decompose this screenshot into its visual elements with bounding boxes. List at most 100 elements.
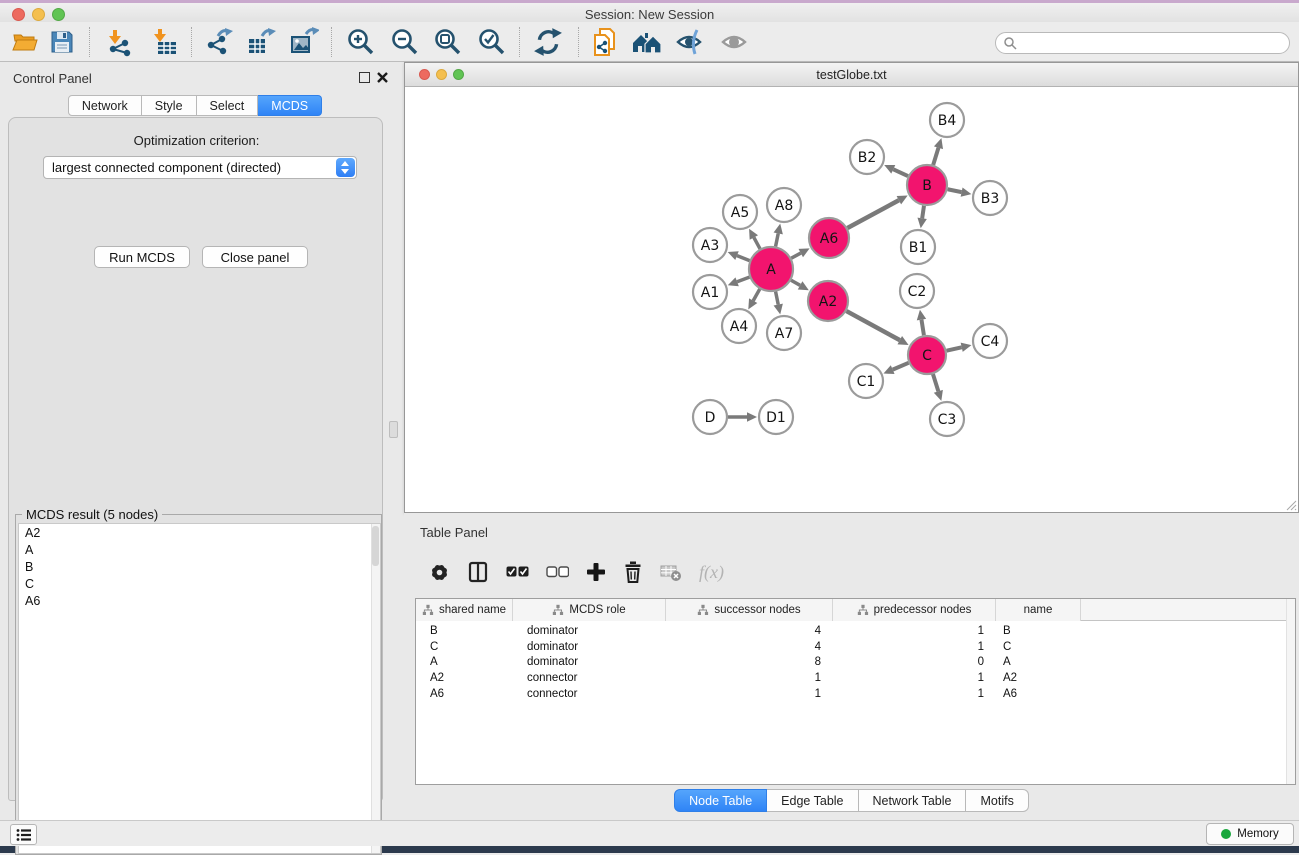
table-cell[interactable]: A6 (430, 688, 444, 700)
resize-grip[interactable] (1285, 499, 1297, 511)
graph-node-A8[interactable]: A8 (767, 188, 801, 222)
hide-elements-button[interactable] (673, 27, 707, 57)
run-mcds-button[interactable]: Run MCDS (94, 246, 190, 268)
graph-node-B4[interactable]: B4 (930, 103, 964, 137)
show-elements-button[interactable] (718, 27, 752, 57)
graph-node-B3[interactable]: B3 (973, 181, 1007, 215)
network-window-titlebar[interactable]: testGlobe.txt (405, 63, 1298, 87)
zoom-fit-button[interactable] (431, 27, 465, 57)
graph-edge-A-A1[interactable] (728, 277, 750, 286)
tab-network[interactable]: Network (68, 95, 142, 116)
column-header-predecessor-nodes[interactable]: predecessor nodes (833, 599, 996, 621)
graph-edge-D-D1[interactable] (728, 412, 757, 422)
table-cell[interactable]: 1 (833, 672, 984, 684)
task-history-button[interactable] (10, 824, 37, 845)
float-panel-icon[interactable] (359, 72, 370, 83)
column-header-name[interactable]: name (996, 599, 1081, 621)
create-column-button[interactable] (586, 562, 606, 582)
panel-splitter-handle[interactable] (389, 421, 398, 438)
memory-button[interactable]: Memory (1206, 823, 1294, 845)
table-cell[interactable]: 4 (666, 641, 821, 653)
zoom-out-button[interactable] (388, 27, 422, 57)
mcds-result-item[interactable]: A (19, 541, 380, 558)
column-header-shared-name[interactable]: shared name (416, 599, 513, 621)
tab-select[interactable]: Select (197, 95, 259, 116)
tab-network-table[interactable]: Network Table (859, 789, 967, 812)
graph-edge-B-B1[interactable] (917, 206, 926, 228)
table-settings-button[interactable] (429, 562, 450, 583)
graph-node-B[interactable]: B (907, 165, 947, 205)
column-header-successor-nodes[interactable]: successor nodes (666, 599, 833, 621)
graph-node-B2[interactable]: B2 (850, 140, 884, 174)
open-file-button[interactable] (8, 27, 42, 57)
graph-edge-C-C3[interactable] (933, 374, 943, 401)
table-cell[interactable]: dominator (527, 625, 578, 637)
table-cell[interactable]: 8 (666, 656, 821, 668)
graph-edge-A-A2[interactable] (791, 280, 809, 290)
graph-node-C1[interactable]: C1 (849, 364, 883, 398)
copy-network-button[interactable] (589, 27, 623, 57)
graph-edge-A2-C[interactable] (846, 311, 908, 345)
graph-edge-A-A3[interactable] (728, 251, 750, 260)
graph-node-A3[interactable]: A3 (693, 228, 727, 262)
scrollbar-track[interactable] (371, 524, 380, 853)
mcds-result-item[interactable]: A6 (19, 592, 380, 609)
table-cell[interactable]: 4 (666, 625, 821, 637)
show-columns-button[interactable] (467, 561, 489, 583)
save-session-button[interactable] (45, 27, 79, 57)
table-cell[interactable]: A (430, 656, 438, 668)
graph-edge-A-A4[interactable] (748, 289, 759, 309)
graph-node-A6[interactable]: A6 (809, 218, 849, 258)
graph-node-A5[interactable]: A5 (723, 195, 757, 229)
table-cell[interactable]: A6 (1003, 688, 1017, 700)
table-cell[interactable]: 1 (833, 641, 984, 653)
graph-node-B1[interactable]: B1 (901, 230, 935, 264)
function-builder-button[interactable]: f(x) (699, 562, 724, 583)
graph-edge-B-B4[interactable] (933, 138, 943, 165)
graph-edge-C-C2[interactable] (917, 310, 926, 335)
graph-edge-A6-B[interactable] (847, 195, 907, 228)
graph-node-A4[interactable]: A4 (722, 309, 756, 343)
graph-node-D1[interactable]: D1 (759, 400, 793, 434)
table-cell[interactable]: 0 (833, 656, 984, 668)
tab-motifs[interactable]: Motifs (966, 789, 1028, 812)
export-table-button[interactable] (244, 27, 278, 57)
select-all-columns-button[interactable] (506, 566, 529, 578)
search-input[interactable] (1017, 36, 1289, 50)
table-cell[interactable]: 1 (833, 688, 984, 700)
table-cell[interactable]: A2 (430, 672, 444, 684)
graph-edge-A-A7[interactable] (774, 292, 783, 315)
graph-edge-A-A6[interactable] (791, 248, 809, 258)
graph-node-C2[interactable]: C2 (900, 274, 934, 308)
table-cell[interactable]: C (1003, 641, 1011, 653)
graph-node-C3[interactable]: C3 (930, 402, 964, 436)
graph-node-D[interactable]: D (693, 400, 727, 434)
table-cell[interactable]: 1 (833, 625, 984, 637)
mcds-result-item[interactable]: C (19, 575, 380, 592)
graph-edge-C-C4[interactable] (947, 343, 972, 352)
delete-columns-button[interactable] (623, 561, 643, 583)
table-cell[interactable]: B (1003, 625, 1011, 637)
table-scrollbar-track[interactable] (1286, 599, 1295, 784)
graph-node-A2[interactable]: A2 (808, 281, 848, 321)
export-network-button[interactable] (202, 27, 236, 57)
graph-edge-B-B2[interactable] (884, 165, 908, 176)
search-field[interactable] (995, 32, 1290, 54)
graph-node-C[interactable]: C (908, 336, 946, 374)
graph-node-A[interactable]: A (749, 247, 793, 291)
mcds-result-item[interactable]: A2 (19, 524, 380, 541)
graph-edge-B-B3[interactable] (948, 187, 972, 196)
table-cell[interactable]: 1 (666, 672, 821, 684)
table-cell[interactable]: connector (527, 672, 578, 684)
table-cell[interactable]: connector (527, 688, 578, 700)
table-cell[interactable]: 1 (666, 688, 821, 700)
scrollbar-thumb[interactable] (372, 526, 379, 566)
graph-node-C4[interactable]: C4 (973, 324, 1007, 358)
close-panel-icon[interactable] (376, 71, 389, 84)
tab-node-table[interactable]: Node Table (674, 789, 767, 812)
table-cell[interactable]: dominator (527, 656, 578, 668)
zoom-selected-button[interactable] (475, 27, 509, 57)
tab-style[interactable]: Style (142, 95, 197, 116)
export-image-button[interactable] (287, 27, 321, 57)
zoom-in-button[interactable] (344, 27, 378, 57)
